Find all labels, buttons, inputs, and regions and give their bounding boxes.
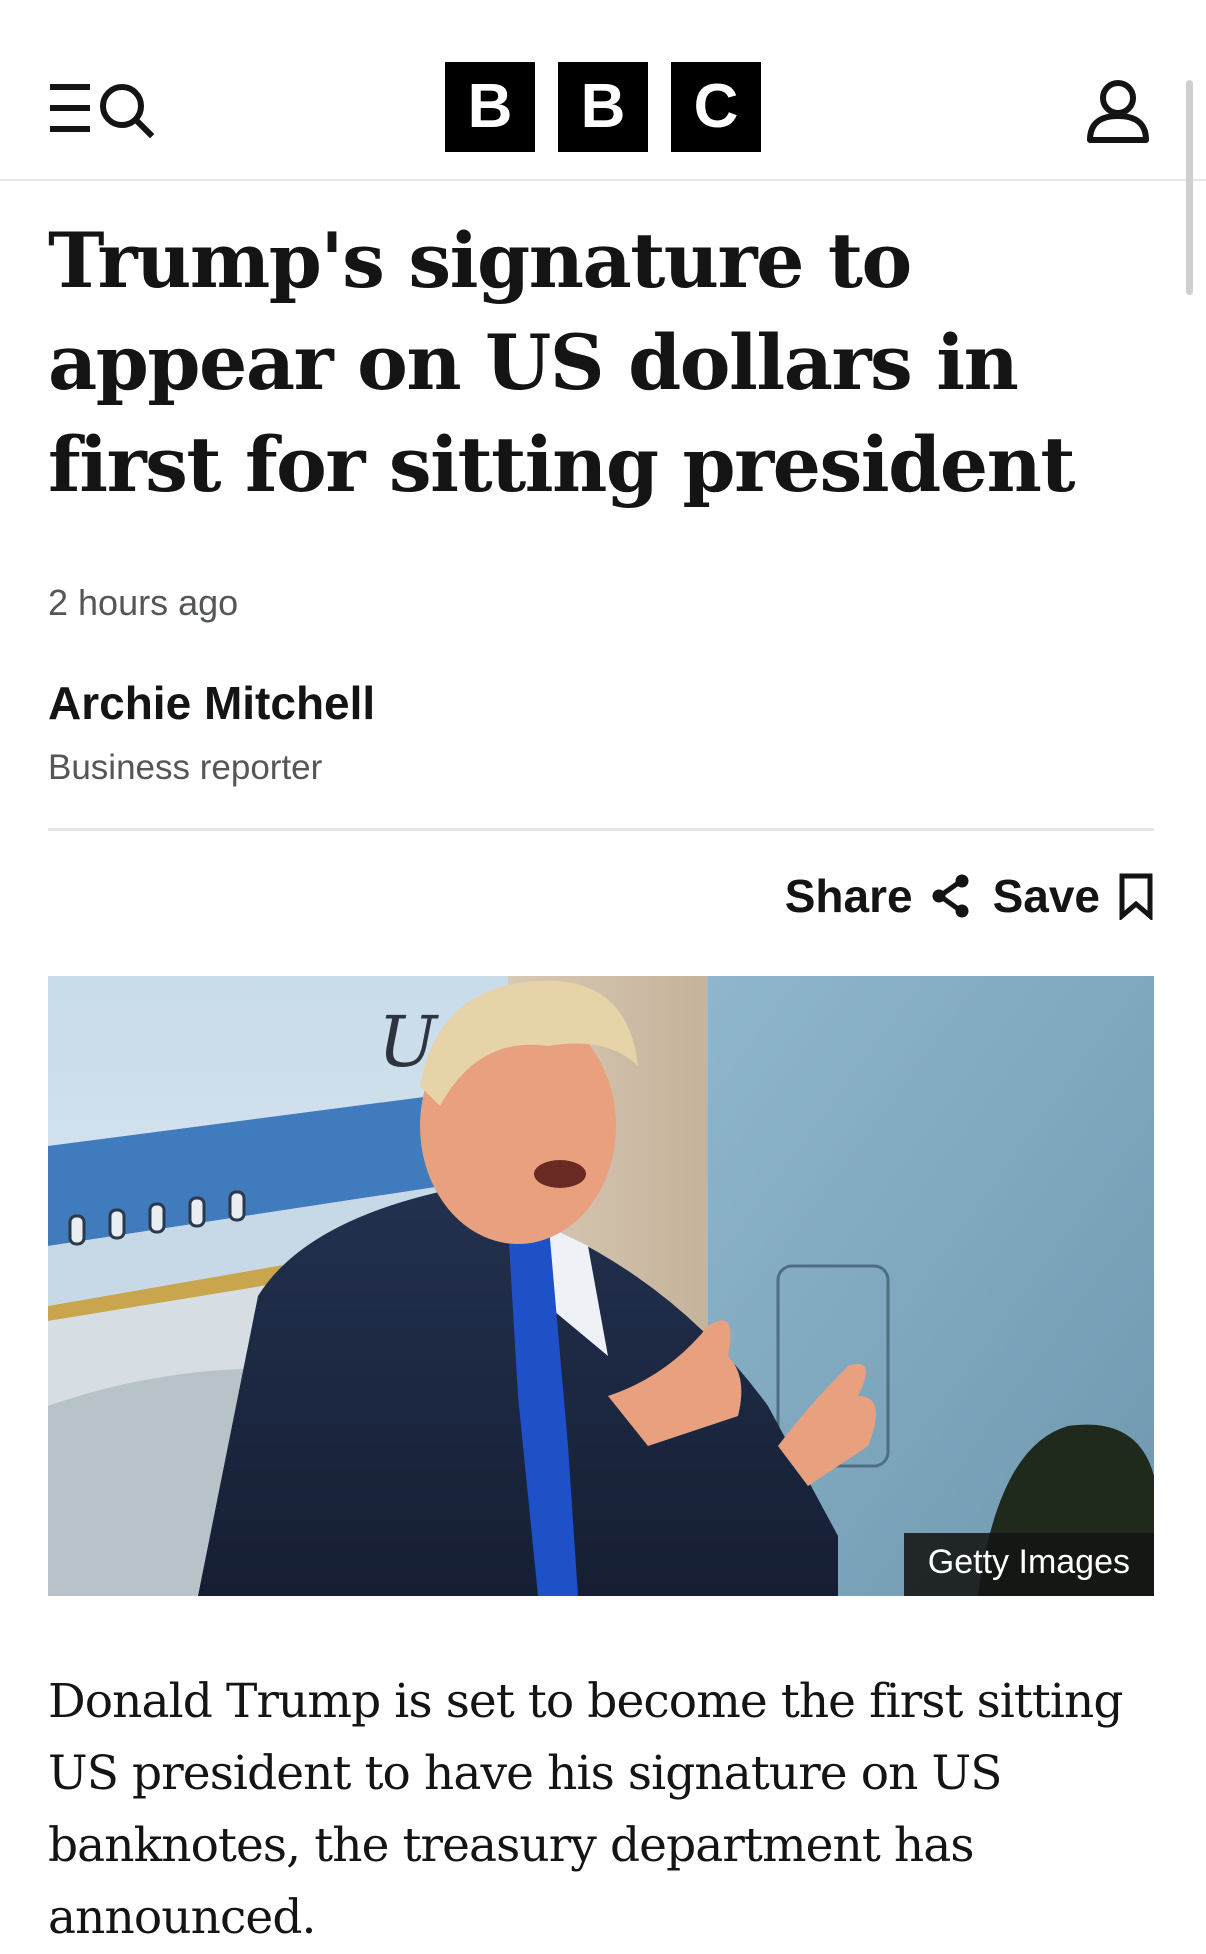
site-header: B B C	[0, 0, 1206, 181]
author-role: Business reporter	[48, 748, 323, 787]
article-headline: Trump's signature to appear on US dollar…	[48, 216, 1076, 509]
share-label: Share	[784, 870, 913, 922]
menu-search-button[interactable]	[50, 80, 174, 140]
article-hero-image: U Getty Images	[48, 976, 1154, 1596]
hero-photo: U	[48, 976, 1154, 1596]
logo-block: C	[671, 62, 761, 152]
share-button[interactable]: Share	[785, 869, 971, 923]
scrollbar[interactable]	[1186, 80, 1193, 295]
author-name[interactable]: Archie Mitchell	[48, 676, 375, 730]
image-credit: Getty Images	[903, 1533, 1154, 1596]
logo-block: B	[558, 62, 648, 152]
account-icon	[1087, 80, 1149, 143]
menu-icon	[50, 84, 90, 132]
bookmark-icon	[1119, 873, 1153, 920]
search-icon	[100, 84, 155, 139]
account-button[interactable]	[1082, 76, 1154, 148]
bbc-logo[interactable]: B B C	[445, 62, 761, 152]
divider	[48, 828, 1154, 831]
save-label: Save	[992, 870, 1100, 922]
article-lede: Donald Trump is set to become the first …	[48, 1674, 1123, 1945]
article-timestamp: 2 hours ago	[48, 582, 239, 623]
article-actions: Share Save	[785, 866, 1154, 926]
save-button[interactable]: Save	[993, 869, 1154, 923]
logo-block: B	[445, 62, 535, 152]
share-icon	[932, 874, 969, 918]
